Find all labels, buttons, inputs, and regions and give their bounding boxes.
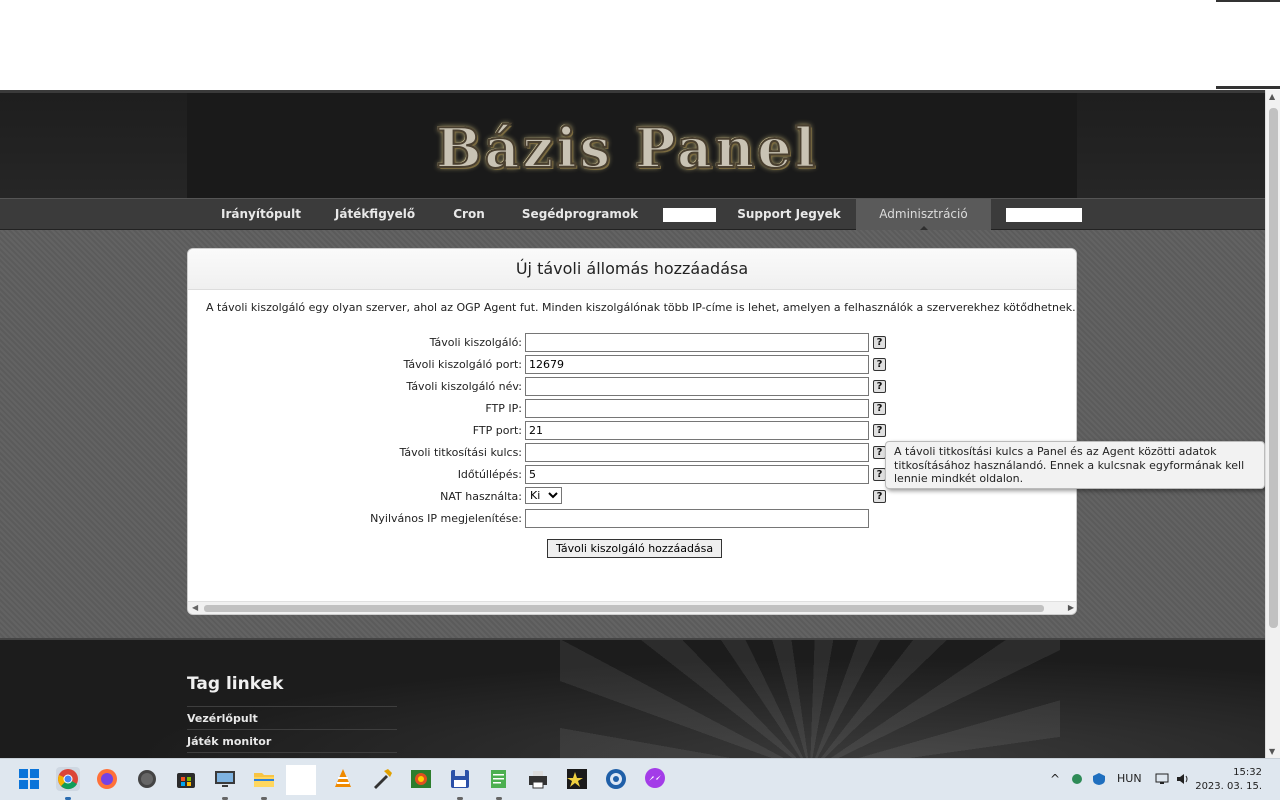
nav-item-dashboard[interactable]: Irányítópult: [215, 199, 307, 230]
printer-icon[interactable]: [526, 767, 550, 791]
vertical-scrollbar[interactable]: ▲ ▼: [1265, 90, 1280, 758]
save-disk-icon[interactable]: [448, 767, 472, 791]
corner-line: [1216, 86, 1280, 89]
form-row-ftp-port: FTP port: ?: [188, 421, 1076, 441]
scroll-up-icon[interactable]: ▲: [1269, 92, 1275, 101]
cortana-icon[interactable]: [135, 767, 159, 791]
footer-link-control-panel[interactable]: Vezérlőpult: [187, 712, 258, 725]
file-explorer-icon[interactable]: [252, 767, 276, 791]
remote-name-input[interactable]: [525, 377, 869, 396]
site-header: Bázis Panel: [0, 90, 1265, 201]
steam-like-icon[interactable]: [604, 767, 628, 791]
scroll-thumb[interactable]: [1269, 108, 1278, 628]
timeout-input[interactable]: [525, 465, 869, 484]
remote-desktop-icon[interactable]: [213, 767, 237, 791]
remote-port-label: Távoli kiszolgáló port:: [403, 358, 522, 371]
chrome-icon[interactable]: [56, 767, 80, 791]
windows-taskbar: ^ HUN 15:32 2023. 03. 15.: [0, 758, 1280, 800]
main-nav: Irányítópult Játékfigyelő Cron Segédprog…: [0, 198, 1265, 231]
remote-port-input[interactable]: [525, 355, 869, 374]
timeout-label: Időtúllépés:: [457, 468, 522, 481]
help-icon[interactable]: ?: [873, 490, 886, 503]
nav-item-game-monitor[interactable]: Játékfigyelő: [325, 199, 425, 230]
encryption-key-label: Távoli titkosítási kulcs:: [399, 446, 522, 459]
start-icon[interactable]: [17, 767, 41, 791]
scroll-left-icon[interactable]: ◀: [192, 603, 198, 612]
add-remote-host-button[interactable]: Távoli kiszolgáló hozzáadása: [547, 539, 723, 558]
corner-line: [1216, 0, 1280, 2]
form-row-public-ip: Nyilvános IP megjelenítése:: [188, 509, 1076, 529]
remote-name-label: Távoli kiszolgáló név:: [406, 380, 522, 393]
scroll-thumb[interactable]: [204, 605, 1044, 612]
firefox-icon[interactable]: [95, 767, 119, 791]
footer-divider: [187, 752, 397, 753]
tray-volume-icon[interactable]: [1176, 773, 1190, 785]
messenger-icon[interactable]: [643, 767, 667, 791]
tray-chevron-up-icon[interactable]: ^: [1050, 772, 1060, 786]
system-clock[interactable]: 15:32 2023. 03. 15.: [1195, 766, 1262, 794]
redacted-nav-item: [663, 208, 716, 222]
page-title: Új távoli állomás hozzáadása: [188, 249, 1076, 290]
tray-network-app-icon[interactable]: [1070, 773, 1084, 785]
remote-host-label: Távoli kiszolgáló:: [429, 336, 522, 349]
ftp-ip-input[interactable]: [525, 399, 869, 418]
ftp-port-input[interactable]: [525, 421, 869, 440]
store-icon[interactable]: [174, 767, 198, 791]
nat-label: NAT használta:: [440, 490, 522, 503]
scroll-right-icon[interactable]: ▶: [1068, 603, 1074, 612]
footer-divider: [187, 729, 397, 730]
tray-security-icon[interactable]: [1092, 773, 1106, 785]
form-row-remote-port: Távoli kiszolgáló port: ?: [188, 355, 1076, 375]
page-viewport: Bázis Panel Irányítópult Játékfigyelő Cr…: [0, 90, 1280, 758]
help-icon[interactable]: ?: [873, 402, 886, 415]
nav-item-administration[interactable]: Adminisztráció: [856, 199, 991, 231]
site-footer: Tag linkek Vezérlőpult Játék monitor: [0, 638, 1265, 758]
scroll-down-icon[interactable]: ▼: [1269, 747, 1275, 756]
nav-item-utilities[interactable]: Segédprogramok: [515, 199, 645, 230]
intro-text: A távoli kiszolgáló egy olyan szerver, a…: [206, 301, 1076, 314]
browser-top-area: [0, 0, 1280, 90]
footer-rays-decoration: [560, 640, 1060, 758]
paint-icon[interactable]: [409, 767, 433, 791]
footer-link-game-monitor[interactable]: Játék monitor: [187, 735, 271, 748]
add-remote-host-panel: Új távoli állomás hozzáadása A távoli ki…: [187, 248, 1077, 615]
vlc-icon[interactable]: [331, 767, 355, 791]
remote-host-input[interactable]: [525, 333, 869, 352]
form-row-remote-name: Távoli kiszolgáló név: ?: [188, 377, 1076, 397]
star-app-icon[interactable]: [565, 767, 589, 791]
encryption-key-input[interactable]: [525, 443, 869, 462]
encryption-key-tooltip: A távoli titkosítási kulcs a Panel és az…: [885, 441, 1265, 489]
nat-select[interactable]: Ki: [525, 487, 562, 504]
redacted-nav-item: [1006, 208, 1082, 222]
horizontal-scrollbar[interactable]: ◀ ▶: [188, 601, 1076, 614]
nav-item-cron[interactable]: Cron: [440, 199, 498, 230]
clock-date: 2023. 03. 15.: [1195, 781, 1262, 792]
public-ip-input[interactable]: [525, 509, 869, 528]
notepad-icon[interactable]: [487, 767, 511, 791]
tray-language[interactable]: HUN: [1117, 772, 1142, 785]
tools-icon[interactable]: [370, 767, 394, 791]
nav-item-support-tickets[interactable]: Support Jegyek: [730, 199, 848, 230]
help-icon[interactable]: ?: [873, 358, 886, 371]
tray-network-icon[interactable]: [1155, 773, 1169, 785]
help-icon[interactable]: ?: [873, 380, 886, 393]
help-icon[interactable]: ?: [873, 424, 886, 437]
clock-time: 15:32: [1233, 767, 1262, 778]
public-ip-label: Nyilvános IP megjelenítése:: [370, 512, 522, 525]
blank-app-icon[interactable]: [286, 765, 316, 795]
site-logo[interactable]: Bázis Panel: [432, 116, 822, 180]
form-row-remote-host: Távoli kiszolgáló: ?: [188, 333, 1076, 353]
ftp-ip-label: FTP IP:: [485, 402, 522, 415]
help-icon[interactable]: ?: [873, 336, 886, 349]
footer-heading: Tag linkek: [187, 674, 284, 694]
footer-divider: [187, 706, 397, 707]
form-row-nat: NAT használta: Ki ?: [188, 487, 1076, 507]
ftp-port-label: FTP port:: [472, 424, 522, 437]
form-row-ftp-ip: FTP IP: ?: [188, 399, 1076, 419]
